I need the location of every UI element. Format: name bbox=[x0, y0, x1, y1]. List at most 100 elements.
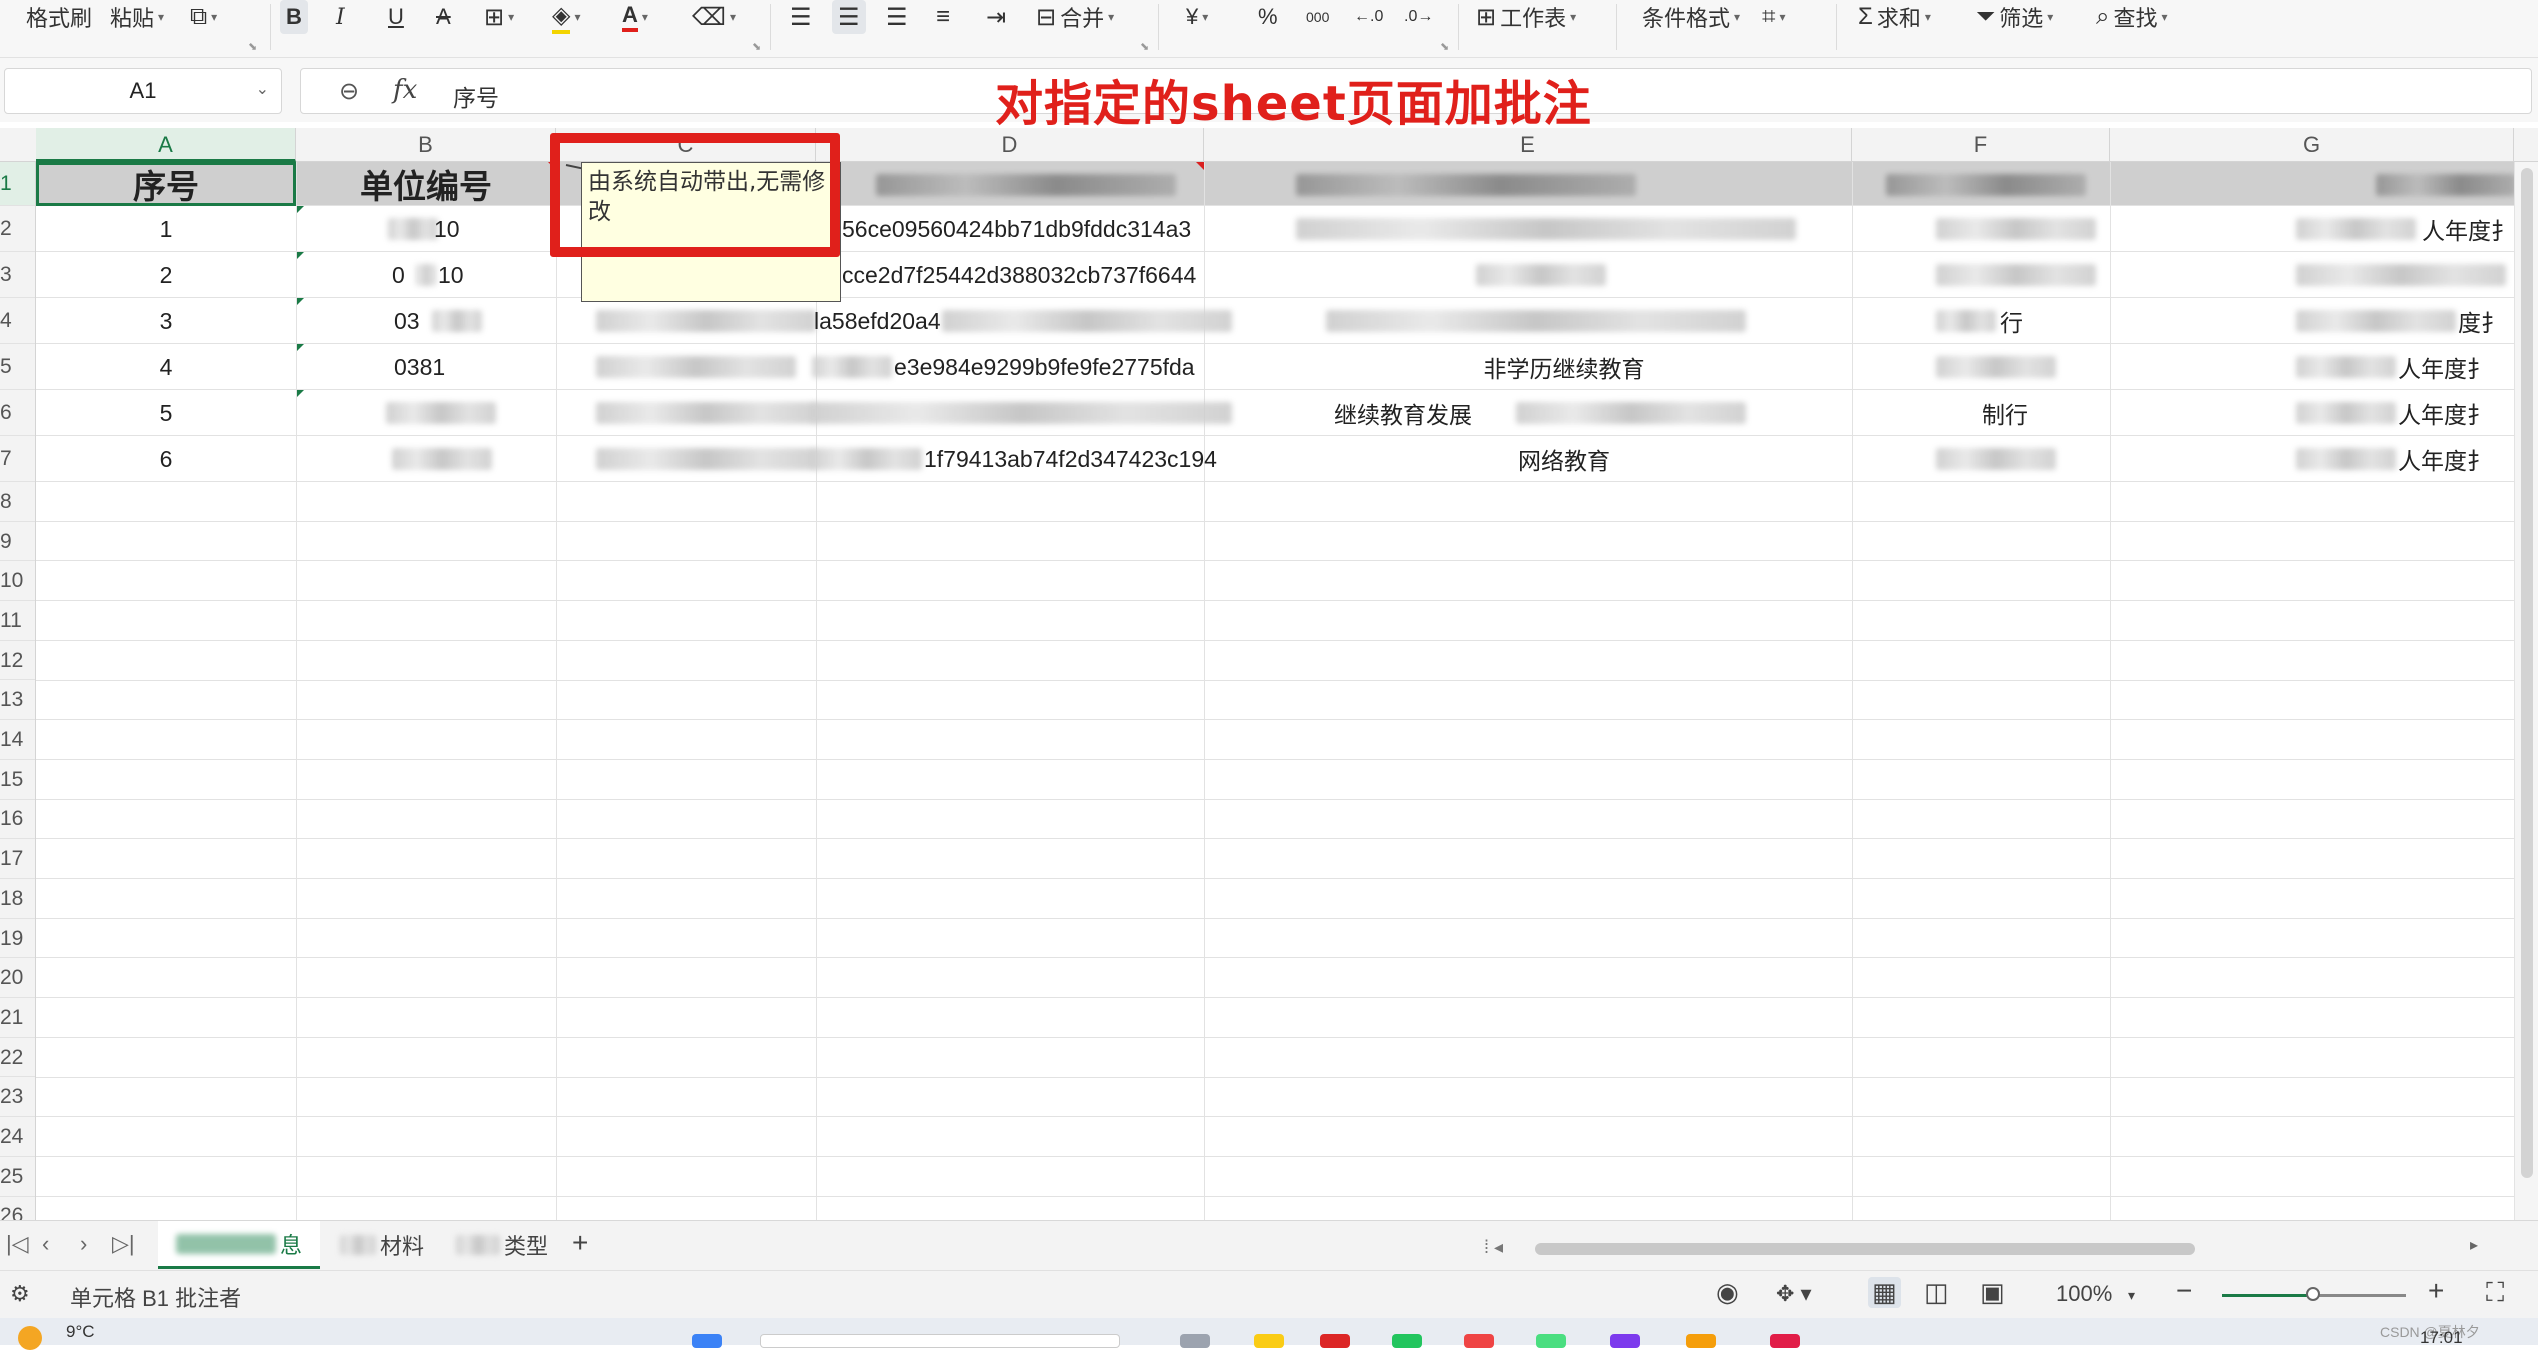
row-header-13[interactable]: 13 bbox=[0, 681, 35, 721]
app-icon[interactable] bbox=[1320, 1334, 1350, 1348]
expand-corner-icon[interactable]: ⬊ bbox=[1440, 40, 1449, 53]
decrease-decimal-button[interactable]: .0→ bbox=[1404, 0, 1433, 34]
zoom-in-icon[interactable]: + bbox=[2428, 1275, 2444, 1307]
increase-decimal-button[interactable]: ←.0 bbox=[1354, 0, 1383, 34]
cell-f6[interactable]: 制行 bbox=[1980, 390, 2060, 436]
cell-e5[interactable]: 非学历继续教育 bbox=[1240, 344, 1888, 390]
find-button[interactable]: ⌕ 查找 ▾ bbox=[2096, 0, 2168, 34]
scroll-right-icon[interactable]: ▸ bbox=[2470, 1235, 2478, 1255]
cell-b3-suffix[interactable]: 10 bbox=[436, 252, 496, 298]
conditional-format-button[interactable]: 条件格式 ▾ bbox=[1642, 0, 1740, 34]
cell-a3[interactable]: 2 bbox=[36, 252, 296, 298]
first-sheet-icon[interactable]: |◁ bbox=[6, 1231, 29, 1257]
row-header-6[interactable]: 6 bbox=[0, 390, 35, 436]
cell-b5[interactable]: 0381 bbox=[392, 344, 482, 390]
expand-corner-icon[interactable]: ⬊ bbox=[248, 40, 257, 53]
cell-d4[interactable]: la58efd20a4 bbox=[812, 298, 952, 344]
merge-button[interactable]: ⊟ 合并 ▾ bbox=[1036, 0, 1114, 34]
row-header-21[interactable]: 21 bbox=[0, 998, 35, 1038]
justify-button[interactable]: ≡ bbox=[936, 0, 950, 34]
last-sheet-icon[interactable]: ▷| bbox=[112, 1231, 135, 1257]
currency-button[interactable]: ¥ ▾ bbox=[1186, 0, 1208, 34]
normal-view-icon[interactable]: ▦ bbox=[1868, 1277, 1901, 1308]
font-color-button[interactable]: A ▾ bbox=[622, 0, 648, 34]
row-header-17[interactable]: 17 bbox=[0, 839, 35, 879]
name-box[interactable]: A1 ⌄ bbox=[4, 68, 282, 114]
row-header-8[interactable]: 8 bbox=[0, 482, 35, 522]
cell-g6[interactable]: 人年度扌 bbox=[2396, 390, 2514, 436]
sheet-tab-2[interactable]: 材料 bbox=[340, 1221, 424, 1269]
cell-g2[interactable]: 人年度扌 bbox=[2420, 206, 2514, 252]
format-painter-button[interactable]: 格式刷 bbox=[26, 0, 92, 34]
borders-button[interactable]: ⊞ ▾ bbox=[484, 0, 514, 34]
app-icon[interactable] bbox=[1536, 1334, 1566, 1348]
cell-a5[interactable]: 4 bbox=[36, 344, 296, 390]
cell-e7[interactable]: 网络教育 bbox=[1240, 436, 1888, 482]
next-sheet-icon[interactable]: › bbox=[80, 1231, 87, 1257]
app-icon[interactable] bbox=[1180, 1334, 1210, 1348]
zoom-out-icon[interactable]: − bbox=[2176, 1275, 2192, 1307]
cell-b1[interactable]: 单位编号 bbox=[296, 162, 556, 206]
row-header-7[interactable]: 7 bbox=[0, 436, 35, 482]
sum-button[interactable]: Σ 求和 ▾ bbox=[1858, 0, 1931, 34]
row-header-1[interactable]: 1 bbox=[0, 162, 35, 206]
scroll-split-handle[interactable]: ⁞ ◂ bbox=[1484, 1237, 1503, 1258]
cell-d3[interactable]: cce2d7f25442d388032cb737f6644 bbox=[840, 252, 1230, 298]
prev-sheet-icon[interactable]: ‹ bbox=[42, 1231, 49, 1257]
cell-g7[interactable]: 人年度扌 bbox=[2396, 436, 2514, 482]
row-header-24[interactable]: 24 bbox=[0, 1117, 35, 1157]
cell-g5[interactable]: 人年度扌 bbox=[2396, 344, 2514, 390]
row-header-22[interactable]: 22 bbox=[0, 1038, 35, 1078]
clear-button[interactable]: ⌫ ▾ bbox=[692, 0, 736, 34]
row-header-20[interactable]: 20 bbox=[0, 958, 35, 999]
page-break-view-icon[interactable]: ◫ bbox=[1924, 1277, 1949, 1308]
row-header-4[interactable]: 4 bbox=[0, 298, 35, 344]
paste-button[interactable]: 粘贴 ▾ bbox=[110, 0, 164, 34]
cell-a7[interactable]: 6 bbox=[36, 436, 296, 482]
row-header-10[interactable]: 10 bbox=[0, 561, 35, 602]
start-icon[interactable] bbox=[692, 1334, 722, 1348]
cell-format-button[interactable]: ⌗ ▾ bbox=[1762, 0, 1786, 34]
align-center-button[interactable]: ☰ bbox=[832, 0, 866, 34]
fx-icon[interactable]: fx bbox=[393, 75, 417, 105]
formula-content[interactable]: 序号 bbox=[453, 79, 499, 113]
app-icon[interactable] bbox=[1254, 1334, 1284, 1348]
app-icon[interactable] bbox=[1686, 1334, 1716, 1348]
bold-button[interactable]: B bbox=[280, 0, 308, 34]
zoom-level[interactable]: 100% bbox=[2056, 1281, 2112, 1307]
thousands-button[interactable]: 000 bbox=[1306, 0, 1329, 34]
row-header-3[interactable]: 3 bbox=[0, 252, 35, 298]
align-left-button[interactable]: ☰ bbox=[790, 0, 812, 34]
cell-g4[interactable]: 度扌 bbox=[2456, 298, 2514, 344]
cell-a6[interactable]: 5 bbox=[36, 390, 296, 436]
chevron-down-icon[interactable]: ▾ bbox=[2128, 1287, 2135, 1304]
cell-e6[interactable]: 继续教育发展 bbox=[1332, 390, 1522, 436]
cell-grid[interactable]: 序号 单位编号 1 10 56ce09560424bb71db9fddc314a… bbox=[36, 162, 2514, 1220]
column-header-g[interactable]: G bbox=[2110, 128, 2514, 162]
row-header-14[interactable]: 14 bbox=[0, 720, 35, 760]
wrap-button[interactable]: ⇥ bbox=[986, 0, 1006, 34]
horizontal-scroll-thumb[interactable] bbox=[1535, 1243, 2195, 1255]
vertical-scroll-thumb[interactable] bbox=[2521, 168, 2533, 1178]
row-header-16[interactable]: 16 bbox=[0, 800, 35, 840]
zoom-search-icon[interactable]: ⊖ bbox=[339, 77, 359, 106]
row-header-9[interactable]: 9 bbox=[0, 522, 35, 562]
cell-b4[interactable]: 03 bbox=[392, 298, 432, 344]
row-header-11[interactable]: 11 bbox=[0, 601, 35, 641]
column-header-e[interactable]: E bbox=[1204, 128, 1852, 162]
zoom-slider-knob[interactable] bbox=[2306, 1287, 2320, 1301]
chevron-down-icon[interactable]: ⌄ bbox=[256, 79, 269, 99]
row-header-2[interactable]: 2 bbox=[0, 206, 35, 252]
macro-icon[interactable]: ⚙ bbox=[10, 1281, 30, 1307]
expand-corner-icon[interactable]: ⬊ bbox=[752, 40, 761, 53]
strikethrough-button[interactable]: A bbox=[436, 0, 451, 34]
cell-d2[interactable]: 56ce09560424bb71db9fddc314a3 bbox=[840, 206, 1230, 252]
italic-button[interactable]: I bbox=[336, 0, 345, 34]
row-header-12[interactable]: 12 bbox=[0, 641, 35, 681]
app-icon[interactable] bbox=[1392, 1334, 1422, 1348]
app-icon[interactable] bbox=[1770, 1334, 1800, 1348]
worksheet-button[interactable]: ⊞ 工作表 ▾ bbox=[1476, 0, 1576, 34]
align-right-button[interactable]: ☰ bbox=[886, 0, 908, 34]
column-header-a[interactable]: A bbox=[36, 128, 296, 162]
cell-b2[interactable]: 10 bbox=[432, 206, 532, 252]
